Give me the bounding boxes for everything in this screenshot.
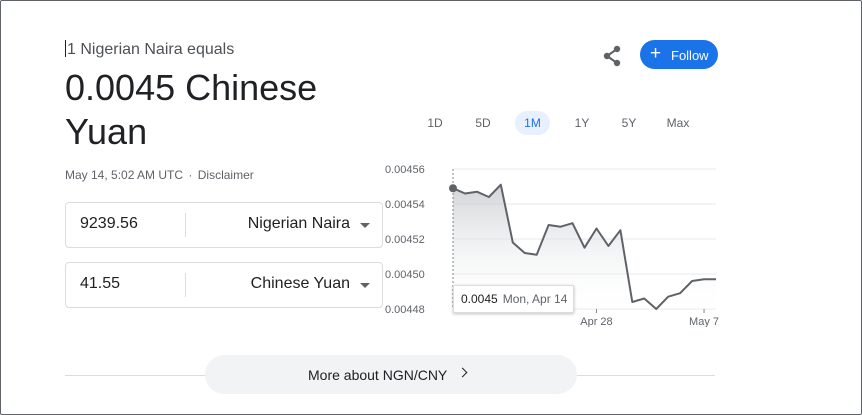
tooltip-date: Mon, Apr 14 <box>502 292 568 306</box>
chevron-right-icon <box>457 367 468 378</box>
range-tab-max[interactable]: Max <box>661 111 695 135</box>
y-tick-label: 0.00454 <box>385 199 425 211</box>
meta-separator: · <box>188 168 193 182</box>
field-divider <box>185 273 186 297</box>
y-tick-label: 0.00450 <box>385 269 425 281</box>
follow-button[interactable]: + Follow <box>640 40 718 69</box>
y-tick-label: 0.00456 <box>385 164 425 176</box>
range-tab-5y[interactable]: 5Y <box>616 111 642 135</box>
currency-converter-card: 1 Nigerian Naira equals 0.0045 Chinese Y… <box>62 36 762 404</box>
range-tab-5d[interactable]: 5D <box>470 111 496 135</box>
text-cursor <box>65 40 66 57</box>
subtitle-text: 1 Nigerian Naira equals <box>67 41 235 58</box>
to-amount-input[interactable]: 41.55 <box>80 275 120 293</box>
timestamp-line: May 14, 5:02 AM UTC · Disclaimer <box>65 168 254 182</box>
chevron-down-icon[interactable] <box>360 223 370 228</box>
more-about-button[interactable]: More about NGN/CNY <box>205 355 577 394</box>
x-tick-label: Apr 28 <box>580 316 612 327</box>
chevron-down-icon[interactable] <box>360 283 370 288</box>
range-tab-1y[interactable]: 1Y <box>569 111 595 135</box>
range-tab-1d[interactable]: 1D <box>422 111 448 135</box>
hover-point <box>449 184 457 193</box>
to-currency-select[interactable]: Chinese Yuan <box>251 275 350 293</box>
range-tab-1m[interactable]: 1M <box>515 111 550 135</box>
field-divider <box>185 213 186 237</box>
from-currency-row: 9239.56 Nigerian Naira <box>65 202 383 248</box>
from-currency-select[interactable]: Nigerian Naira <box>248 215 350 233</box>
y-tick-label: 0.00448 <box>385 304 425 316</box>
rate-headline: 0.0045 Chinese Yuan <box>65 67 318 152</box>
tooltip-value: 0.0045 <box>461 292 498 306</box>
plus-icon: + <box>650 43 662 64</box>
from-amount-input[interactable]: 9239.56 <box>80 215 138 233</box>
disclaimer-link[interactable]: Disclaimer <box>198 168 254 182</box>
to-currency-row: 41.55 Chinese Yuan <box>65 262 383 308</box>
timestamp: May 14, 5:02 AM UTC <box>65 168 184 182</box>
more-about-label: More about NGN/CNY <box>308 367 448 383</box>
converter-subtitle: 1 Nigerian Naira equals <box>65 40 234 59</box>
x-tick-label: May 7 <box>689 316 719 327</box>
follow-label: Follow <box>671 48 709 63</box>
chart-tooltip: 0.0045 Mon, Apr 14 <box>453 285 574 313</box>
y-tick-label: 0.00452 <box>385 234 425 246</box>
share-icon[interactable] <box>600 44 624 68</box>
